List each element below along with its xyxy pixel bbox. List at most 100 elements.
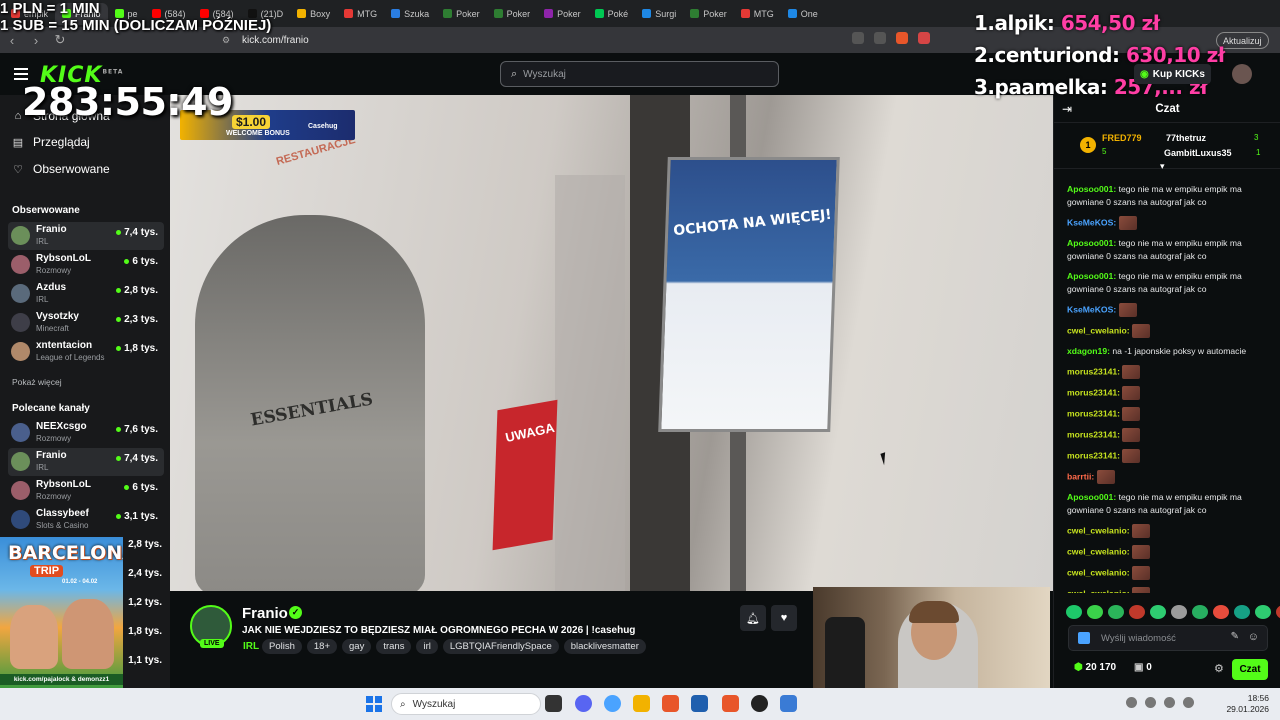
browser-tab[interactable]: Poker	[683, 3, 734, 25]
microphone-icon[interactable]	[1145, 697, 1156, 708]
browser-tab[interactable]: One	[781, 3, 825, 25]
emote-icon[interactable]	[1276, 605, 1280, 619]
extension-icon[interactable]	[1078, 632, 1090, 644]
chat-username[interactable]: KseMeKOS:	[1067, 304, 1116, 314]
leader-name[interactable]: FRED779	[1102, 133, 1142, 143]
network-icon[interactable]	[1126, 697, 1137, 708]
emote-icon[interactable]	[1087, 605, 1103, 619]
battery-icon[interactable]	[1183, 697, 1194, 708]
stream-tag[interactable]: Polish	[262, 639, 302, 654]
chat-username[interactable]: cwel_cwelanio:	[1067, 525, 1130, 535]
menu-icon[interactable]	[14, 68, 28, 80]
chat-username[interactable]: barrtii:	[1067, 471, 1094, 481]
nav-following[interactable]: ♡ Obserwowane	[12, 162, 110, 176]
stream-tag[interactable]: trans	[376, 639, 412, 654]
copilot-icon[interactable]	[604, 695, 621, 712]
browser-tab[interactable]: Boxy	[290, 3, 337, 25]
bell-icon[interactable]: 🔔︎	[740, 605, 766, 631]
heart-icon[interactable]: ♥	[771, 605, 797, 631]
sidebar-channel[interactable]: RybsonLoL Rozmowy 6 tys.	[8, 477, 164, 505]
brave-icon[interactable]	[662, 695, 679, 712]
buy-kicks-button[interactable]: ◉ Kup KICKs	[1134, 64, 1211, 84]
streamer-name[interactable]: Franio	[242, 605, 288, 622]
sidebar-channel[interactable]: Azdus IRL 2,8 tys.	[8, 280, 164, 308]
settings-icon[interactable]: ⚙	[1214, 662, 1224, 675]
browser-tab[interactable]: Poker	[487, 3, 538, 25]
browser-tab[interactable]: Surgi	[635, 3, 683, 25]
volume-icon[interactable]	[1164, 697, 1175, 708]
sidebar-channel[interactable]: RybsonLoL Rozmowy 6 tys.	[8, 251, 164, 279]
task-view-icon[interactable]	[545, 695, 562, 712]
url-field[interactable]: ⚙ kick.com/franio	[222, 31, 942, 49]
gifts-display[interactable]: ▣ 0	[1134, 662, 1152, 673]
site-info-icon[interactable]: ⚙	[222, 35, 234, 46]
sidebar-channel[interactable]: xntentacion League of Legends 1,8 tys.	[8, 338, 164, 366]
chat-username[interactable]: morus23141:	[1067, 429, 1120, 439]
store-icon[interactable]	[691, 695, 708, 712]
search-input[interactable]: ⌕ Wyszukaj	[500, 61, 779, 87]
emote-icon[interactable]	[1255, 605, 1271, 619]
emote-icon[interactable]	[1192, 605, 1208, 619]
chat-username[interactable]: cwel_cwelanio:	[1067, 325, 1130, 335]
stream-tag[interactable]: blacklivesmatter	[563, 639, 646, 654]
emote-icon[interactable]	[1108, 605, 1124, 619]
send-chat-button[interactable]: Czat	[1232, 659, 1268, 680]
stream-category[interactable]: IRL	[243, 641, 259, 652]
browser-tab[interactable]: Poker	[436, 3, 487, 25]
nav-browse[interactable]: ▤ Przeglądaj	[12, 135, 90, 149]
file-explorer-icon[interactable]	[633, 695, 650, 712]
chat-input[interactable]: Wyślij wiadomość ☺ ✎	[1068, 625, 1268, 651]
chat-username[interactable]: cwel_cwelanio:	[1067, 567, 1130, 577]
show-more-link[interactable]: Pokaż więcej	[12, 377, 62, 387]
chat-username[interactable]: morus23141:	[1067, 366, 1120, 376]
expand-leaderboard-icon[interactable]: ▾	[1160, 161, 1165, 172]
browser-tab[interactable]: Poker	[537, 3, 588, 25]
share-icon[interactable]	[874, 32, 886, 44]
sidebar-channel[interactable]: Franio IRL 7,4 tys.	[8, 448, 164, 476]
taskbar-search[interactable]: ⌕ Wyszukaj	[391, 693, 541, 715]
points-display[interactable]: ⬢ 20 170	[1074, 662, 1116, 673]
sidebar-channel[interactable]: Vysotzky Minecraft 2,3 tys.	[8, 309, 164, 337]
emote-icon[interactable]	[1213, 605, 1229, 619]
chat-username[interactable]: Aposoo001:	[1067, 238, 1116, 248]
chat-username[interactable]: morus23141:	[1067, 408, 1120, 418]
user-avatar[interactable]	[1232, 64, 1252, 84]
stream-tag[interactable]: 18+	[306, 639, 337, 654]
emote-icon[interactable]	[1129, 605, 1145, 619]
emote-icon[interactable]	[1150, 605, 1166, 619]
browser-tab[interactable]: Poké	[588, 3, 636, 25]
stream-tag[interactable]: gay	[342, 639, 372, 654]
chat-username[interactable]: KseMeKOS:	[1067, 217, 1116, 227]
chat-username[interactable]: Aposoo001:	[1067, 271, 1116, 281]
sidebar-channel[interactable]: Classybeef Slots & Casino 3,1 tys.	[8, 506, 164, 534]
extension-icon[interactable]	[918, 32, 930, 44]
obs-icon[interactable]	[751, 695, 768, 712]
leader-name[interactable]: 77thetruz	[1166, 133, 1206, 143]
sidebar-channel[interactable]: NEEXcsgo Rozmowy 7,6 tys.	[8, 419, 164, 447]
emote-icon[interactable]	[1171, 605, 1187, 619]
app-icon[interactable]	[780, 695, 797, 712]
brave-icon[interactable]	[722, 695, 739, 712]
stream-tag[interactable]: irl	[416, 639, 438, 654]
sidebar-channel[interactable]: Franio IRL 7,4 tys.	[8, 222, 164, 250]
emote-icon[interactable]	[1066, 605, 1082, 619]
stream-tag[interactable]: LGBTQIAFriendlySpace	[442, 639, 559, 654]
chat-username[interactable]: Aposoo001:	[1067, 184, 1116, 194]
chat-username[interactable]: morus23141:	[1067, 450, 1120, 460]
chat-username[interactable]: cwel_cwelanio:	[1067, 588, 1130, 593]
browser-tab[interactable]: MTG	[734, 3, 781, 25]
brave-shield-icon[interactable]	[896, 32, 908, 44]
chat-username[interactable]: morus23141:	[1067, 387, 1120, 397]
chat-username[interactable]: Aposoo001:	[1067, 492, 1116, 502]
chat-username[interactable]: xdagon19:	[1067, 346, 1110, 356]
emoji-icon[interactable]: ☺	[1248, 631, 1259, 643]
leader-name[interactable]: GambitLuxus35	[1164, 148, 1232, 158]
browser-tab[interactable]: MTG	[337, 3, 384, 25]
discord-icon[interactable]	[575, 695, 592, 712]
chat-username[interactable]: cwel_cwelanio:	[1067, 546, 1130, 556]
browser-tab[interactable]: Szuka	[384, 3, 436, 25]
translate-icon[interactable]: ✎	[1231, 631, 1239, 642]
extension-icon[interactable]	[852, 32, 864, 44]
emote-icon[interactable]	[1234, 605, 1250, 619]
video-player[interactable]: ESSENTIALS RESTAURACJE UWAGA OCHOTA NA W…	[170, 95, 1053, 591]
